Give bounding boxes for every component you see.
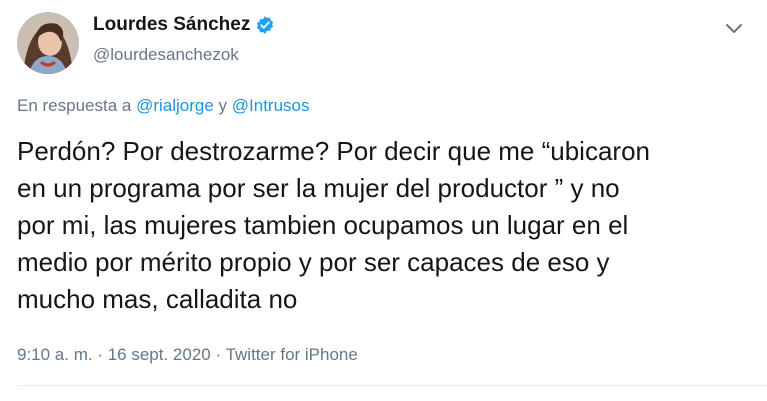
reply-prefix: En respuesta a	[17, 96, 137, 115]
author-name-row: Lourdes Sánchez	[93, 14, 275, 36]
tweet-source[interactable]: Twitter for iPhone	[226, 345, 358, 364]
author-handle[interactable]: @lourdesanchezok	[93, 45, 239, 65]
avatar[interactable]	[17, 12, 79, 74]
author-name[interactable]: Lourdes Sánchez	[93, 14, 250, 36]
verified-badge-icon	[255, 15, 275, 35]
chevron-down-icon[interactable]	[722, 16, 746, 40]
tweet-card: Lourdes Sánchez @lourdesanchezok En resp…	[0, 0, 767, 401]
profile-photo	[17, 12, 79, 74]
meta-separator: ·	[92, 345, 108, 364]
tweet-text: Perdón? Por destrozarme? Por decir que m…	[17, 136, 650, 314]
tweet-time[interactable]: 9:10 a. m.	[17, 345, 93, 364]
mention-link-rialjorge[interactable]: @rialjorge	[136, 96, 214, 115]
tweet-date[interactable]: 16 sept. 2020	[108, 345, 211, 364]
mention-link-intrusos[interactable]: @Intrusos	[232, 96, 310, 115]
reply-joiner: y	[213, 96, 232, 115]
tweet-meta: 9:10 a. m. · 16 sept. 2020 · Twitter for…	[17, 345, 358, 365]
divider	[17, 385, 767, 386]
reply-context: En respuesta a @rialjorge y @Intrusos	[17, 96, 310, 116]
meta-separator: ·	[210, 345, 226, 364]
